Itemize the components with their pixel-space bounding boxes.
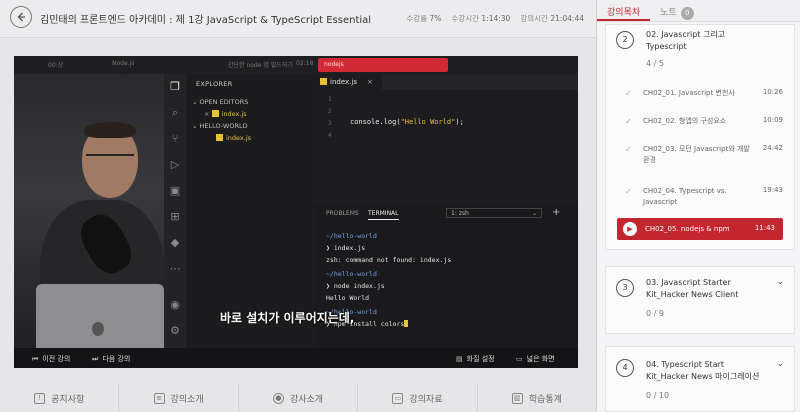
check-icon: ✓ — [625, 145, 632, 154]
progress-stat: 수강률 7% — [406, 14, 442, 23]
terminal-line: ~/hello-world — [326, 270, 377, 278]
screen-active-tab: nodejs — [318, 58, 448, 72]
line-number: 1 — [328, 96, 332, 103]
open-editors-header: ⌄ OPEN EDITORS — [192, 98, 249, 106]
section-number: 2 — [616, 31, 634, 49]
arrow-left-icon[interactable] — [10, 6, 32, 28]
total-time-stat: 강의시간 21:04:44 — [520, 14, 584, 23]
screen-tab: 00:상 — [48, 62, 64, 69]
section-04[interactable]: 4 04. Typescript Start Kit_Hacker News 마… — [605, 346, 795, 412]
section-number: 3 — [616, 279, 634, 297]
more-icon: ⋯ — [169, 262, 181, 275]
section-progress: 4 / 5 — [646, 59, 664, 68]
check-icon: ✓ — [625, 89, 632, 98]
chart-icon: ▥ — [511, 392, 523, 404]
terminal-select: 1: zsh ⌄ — [446, 208, 542, 218]
wide-screen-icon: ▭ — [516, 355, 523, 363]
watch-time-stat: 수강시간 1:14:30 — [451, 14, 511, 23]
section-title: 02. Javascript 그리고 Typescript — [646, 30, 726, 51]
lesson-item[interactable]: ✓ CH02_04. Typescript vs. Javascript 19:… — [597, 178, 800, 214]
screen-tab: 02:18 — [296, 60, 314, 67]
check-icon: ✓ — [625, 187, 632, 196]
section-title: 03. Javascript Starter Kit_Hacker News C… — [646, 278, 739, 299]
terminal-line: ~/hello-world — [326, 232, 377, 240]
lesson-item[interactable]: ✓ CH02_01. Javascript 변천사 10:26 — [597, 80, 800, 110]
prev-lecture-button[interactable]: ⏮ 이전 강의 — [32, 354, 70, 364]
open-editor-item: × index.js — [204, 110, 247, 118]
debug-icon: ▷ — [170, 158, 180, 171]
line-number: 4 — [328, 132, 332, 139]
code-line: console.log("Hello World"); — [350, 118, 464, 126]
line-number: 2 — [328, 108, 332, 115]
source-control-icon: ⑂ — [171, 132, 179, 145]
video-player[interactable]: 00:상 Node.js 간단한 node 앱 빌드하기 02:18 nodej… — [14, 56, 578, 368]
quality-button[interactable]: ▤ 화질 설정 — [456, 354, 495, 364]
course-title: 김민태의 프론트엔드 아카데미 : 제 1강 JavaScript & Type… — [40, 15, 372, 26]
remote-icon: ▣ — [169, 184, 181, 197]
play-icon: ▶ — [623, 222, 637, 236]
section-progress: 0 / 10 — [646, 391, 670, 400]
video-subtitle: 바로 설치가 이루어지는데, — [220, 311, 355, 325]
folder-file-item: index.js — [216, 134, 251, 142]
tab-notes[interactable]: 노트 0 — [650, 0, 704, 21]
settings-icon: ⚙ — [170, 324, 180, 337]
vscode-explorer: EXPLORER ⌄ OPEN EDITORS × index.js ⌄ HEL… — [186, 74, 314, 348]
tab-stats[interactable]: ▥ 학습통계 — [478, 384, 596, 412]
next-lecture-button[interactable]: ⏭ 다음 강의 — [92, 354, 130, 364]
bottom-tab-bar: ! 공지사항 ≡ 강의소개 ● 강사소개 ▭ 강의자료 ▥ 학습통계 — [0, 384, 596, 412]
tab-notice[interactable]: ! 공지사항 — [0, 384, 120, 412]
screen-tab: Node.js — [112, 60, 135, 67]
problems-tab: PROBLEMS — [326, 210, 359, 217]
editor-tab: index.js × — [314, 74, 382, 90]
terminal-line: ❯ index.js — [326, 244, 366, 252]
tab-materials[interactable]: ▭ 강의자료 — [358, 384, 478, 412]
files-icon: ❐ — [170, 80, 180, 93]
section-progress: 0 / 9 — [646, 309, 664, 318]
video-controls: ⏮ 이전 강의 ⏭ 다음 강의 ▤ 화질 설정 ▭ 넓은 화면 — [14, 348, 578, 368]
extensions-icon: ⊞ — [170, 210, 180, 223]
notes-count-badge: 0 — [680, 7, 694, 20]
explorer-title: EXPLORER — [196, 80, 233, 88]
search-icon: ⌕ — [171, 106, 179, 119]
folder-icon: ▭ — [392, 392, 404, 404]
check-icon: ✓ — [625, 117, 632, 126]
vscode-activity-bar: ❐ ⌕ ⑂ ▷ ▣ ⊞ ◆ ⋯ ◉ ⚙ — [164, 74, 186, 348]
lesson-item[interactable]: ✓ CH02_02. 형앱의 구성요소 10:09 — [597, 108, 800, 138]
terminal-tab: TERMINAL — [368, 210, 399, 220]
terminal-line: zsh: command not found: index.js — [326, 256, 452, 264]
terminal-line: ❯ node index.js — [326, 282, 385, 290]
curriculum-sidebar: 강의목차 노트 0 2 02. Javascript 그리고 Typescript… — [596, 0, 800, 412]
book-icon: ≡ — [153, 392, 165, 404]
section-title: 04. Typescript Start Kit_Hacker News 마이그… — [646, 360, 760, 381]
section-03[interactable]: 3 03. Javascript Starter Kit_Hacker News… — [605, 266, 795, 334]
code-editor: index.js × 1 2 3 4 console.log("Hello Wor… — [314, 74, 578, 204]
section-number: 4 — [616, 359, 634, 377]
quality-icon: ▤ — [456, 355, 463, 363]
person-icon: ● — [272, 392, 284, 404]
tab-curriculum[interactable]: 강의목차 — [597, 0, 651, 21]
apple-logo — [92, 322, 104, 336]
terminal-panel: PROBLEMS TERMINAL 1: zsh ⌄ + ~/hello-worl… — [314, 204, 578, 348]
course-header: 김민태의 프론트엔드 아카데미 : 제 1강 JavaScript & Type… — [0, 0, 596, 38]
skip-forward-icon: ⏭ — [92, 355, 99, 363]
plus-icon: + — [552, 207, 561, 218]
screen-tab: 간단한 node 앱 빌드하기 — [228, 62, 293, 69]
chevron-down-icon[interactable]: ⌄ — [776, 359, 784, 369]
wide-screen-button[interactable]: ▭ 넓은 화면 — [516, 354, 555, 364]
lesson-item[interactable]: ✓ CH02_03. 모던 Javascript와 개발 환경 24:42 — [597, 136, 800, 176]
terminal-line: Hello World — [326, 294, 370, 302]
tab-course-intro[interactable]: ≡ 강의소개 — [119, 384, 239, 412]
notice-icon: ! — [34, 392, 46, 404]
chevron-down-icon[interactable]: ⌄ — [776, 277, 784, 287]
instructor-camera — [14, 74, 164, 368]
line-number: 3 — [328, 120, 332, 127]
lesson-item-active[interactable]: ▶ CH02_05. nodejs & npm 11:43 — [617, 218, 783, 240]
docker-icon: ◆ — [170, 236, 180, 249]
tab-instructor[interactable]: ● 강사소개 — [239, 384, 359, 412]
screen-topbar: 00:상 Node.js 간단한 node 앱 빌드하기 02:18 nodej… — [14, 56, 578, 74]
course-stats: 수강률 7% 수강시간 1:14:30 강의시간 21:04:44 — [406, 13, 584, 24]
skip-back-icon: ⏮ — [32, 355, 39, 363]
folder-header: ⌄ HELLO-WORLD — [192, 122, 248, 130]
